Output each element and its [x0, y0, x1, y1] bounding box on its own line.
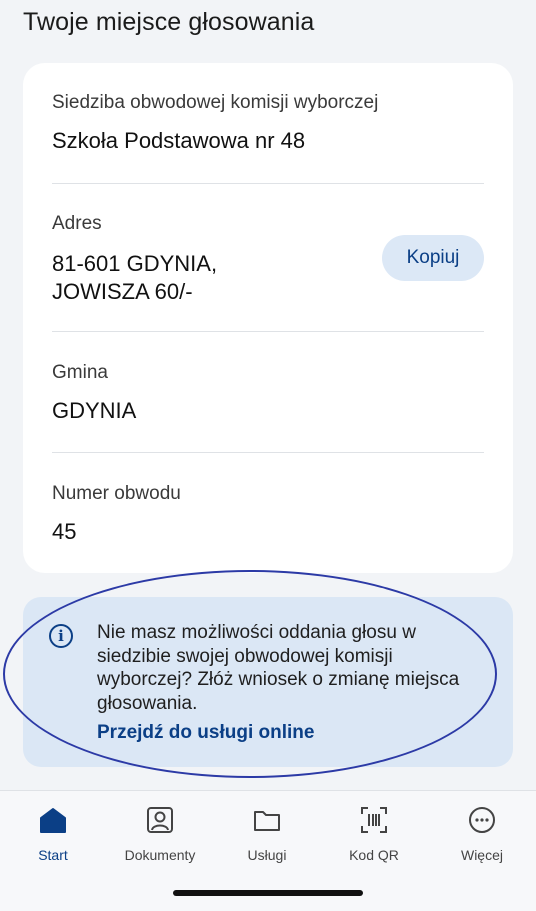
info-icon: i: [49, 624, 73, 648]
online-service-link[interactable]: Przejdź do usługi online: [97, 722, 314, 744]
municipality-field: Gmina GDYNIA: [52, 361, 484, 425]
voting-place-card: Siedziba obwodowej komisji wyborczej Szk…: [23, 63, 513, 573]
nav-item-kod-qr[interactable]: Kod QR: [324, 805, 424, 863]
municipality-value: GDYNIA: [52, 398, 137, 423]
person-icon: [147, 807, 173, 833]
divider: [52, 452, 484, 453]
district-label: Numer obwodu: [52, 483, 181, 504]
qr-scan-icon: [361, 807, 387, 833]
page-title: Twoje miejsce głosowania: [23, 8, 315, 36]
nav-item-start[interactable]: Start: [3, 805, 103, 863]
seat-field: Siedziba obwodowej komisji wyborczej Szk…: [52, 91, 484, 155]
address-label: Adres: [52, 213, 102, 234]
seat-value: Szkoła Podstawowa nr 48: [52, 128, 306, 153]
nav-label: Kod QR: [349, 847, 399, 863]
nav-label: Start: [38, 847, 68, 863]
divider: [52, 183, 484, 184]
district-field: Numer obwodu 45: [52, 482, 484, 546]
nav-label: Usługi: [247, 847, 287, 863]
nav-label: Dokumenty: [124, 847, 196, 863]
copy-button[interactable]: Kopiuj: [382, 235, 484, 281]
more-icon: [469, 807, 495, 833]
address-line-2: JOWISZA 60/-: [52, 279, 193, 304]
folder-icon: [254, 811, 280, 831]
info-box: i Nie masz możliwości oddania głosu w si…: [23, 597, 513, 767]
home-icon: [40, 808, 66, 833]
nav-label: Więcej: [460, 847, 503, 863]
info-text: Nie masz możliwości oddania głosu w sied…: [97, 622, 460, 714]
nav-item-wiecej[interactable]: Więcej: [432, 805, 532, 863]
nav-item-dokumenty[interactable]: Dokumenty: [110, 805, 210, 863]
seat-label: Siedziba obwodowej komisji wyborczej: [52, 92, 379, 113]
home-indicator: [173, 890, 363, 896]
municipality-label: Gmina: [52, 362, 108, 383]
divider: [52, 331, 484, 332]
district-value: 45: [52, 519, 77, 544]
nav-item-uslugi[interactable]: Usługi: [217, 805, 317, 863]
